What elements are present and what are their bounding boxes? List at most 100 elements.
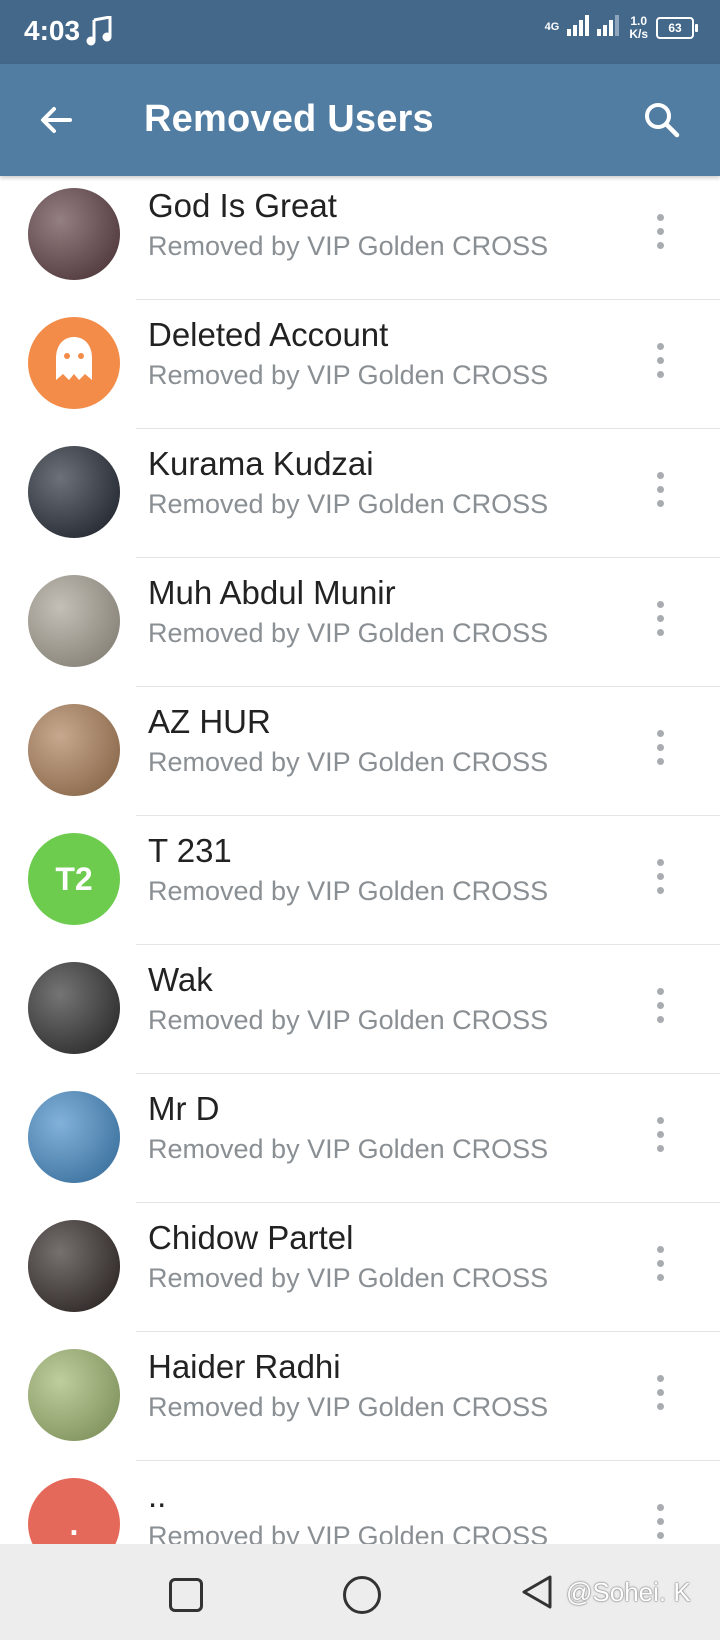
dot	[656, 1531, 664, 1539]
dot	[656, 858, 664, 866]
dot	[656, 1402, 664, 1410]
music-note-icon	[86, 15, 112, 51]
search-button[interactable]	[640, 98, 684, 142]
user-name: God Is Great	[148, 187, 337, 224]
dot	[656, 1130, 664, 1138]
avatar-initials: T2	[55, 860, 93, 897]
dot	[656, 1116, 664, 1124]
user-name: Kurama Kudzai	[148, 445, 374, 482]
list-item[interactable]: Haider Radhi Removed by VIP Golden CROSS	[0, 1332, 720, 1461]
profile-photo	[28, 446, 120, 538]
removed-users-list-inner: God Is Great Removed by VIP Golden CROSS D…	[0, 176, 720, 1544]
search-icon	[645, 103, 680, 138]
dot	[656, 213, 664, 221]
network-type: 4G	[544, 21, 560, 33]
removed-by-text: Removed by VIP Golden CROSS	[148, 876, 549, 906]
user-name: Muh Abdul Munir	[148, 574, 396, 611]
more-options-icon[interactable]	[640, 459, 680, 519]
more-options-icon[interactable]	[640, 201, 680, 261]
avatar[interactable]: .	[28, 1478, 120, 1544]
back-button[interactable]	[34, 98, 78, 142]
dot	[656, 1374, 664, 1382]
recent-apps-button[interactable]	[169, 1578, 203, 1612]
removed-by-text: Removed by VIP Golden CROSS	[148, 747, 549, 777]
dot	[656, 1388, 664, 1396]
status-bar: 4:03 4G 1.0 K/s 63	[0, 0, 720, 64]
ghost-icon	[51, 334, 97, 392]
profile-photo	[28, 1349, 120, 1441]
list-item[interactable]: God Is Great Removed by VIP Golden CROSS	[0, 176, 720, 300]
more-options-icon[interactable]	[640, 1104, 680, 1164]
more-options-icon[interactable]	[640, 717, 680, 777]
user-name: AZ HUR	[148, 703, 271, 740]
dot	[656, 1001, 664, 1009]
more-options-icon[interactable]	[640, 975, 680, 1035]
home-button[interactable]	[343, 1576, 381, 1614]
arrow-left-icon	[41, 107, 72, 133]
battery-icon: 63	[656, 16, 698, 39]
removed-by-text: Removed by VIP Golden CROSS	[148, 1521, 549, 1544]
dot	[656, 1259, 664, 1267]
user-name: Wak	[148, 961, 213, 998]
avatar[interactable]	[28, 317, 120, 409]
avatar[interactable]	[28, 962, 120, 1054]
list-item[interactable]: T2 T 231 Removed by VIP Golden CROSS	[0, 816, 720, 945]
user-name: Mr D	[148, 1090, 220, 1127]
watermark-text: @Sohei. K	[566, 1577, 691, 1607]
profile-photo	[28, 575, 120, 667]
dot	[656, 872, 664, 880]
profile-photo	[28, 962, 120, 1054]
dot	[656, 600, 664, 608]
dot	[656, 757, 664, 765]
list-item[interactable]: ... Removed by VIP Golden CROSS	[0, 1461, 720, 1544]
dot	[656, 628, 664, 636]
removed-by-text: Removed by VIP Golden CROSS	[148, 489, 549, 519]
page-title: Removed Users	[144, 98, 434, 140]
list-item[interactable]: Chidow Partel Removed by VIP Golden CROSS	[0, 1203, 720, 1332]
list-item[interactable]: Deleted Account Removed by VIP Golden CRO…	[0, 300, 720, 429]
dot	[656, 499, 664, 507]
avatar[interactable]	[28, 575, 120, 667]
more-options-icon[interactable]	[640, 846, 680, 906]
dot	[656, 1144, 664, 1152]
profile-photo	[28, 1220, 120, 1312]
signal-strength-icon	[567, 14, 621, 41]
status-time: 4:03	[24, 15, 81, 46]
dot	[656, 241, 664, 249]
avatar[interactable]	[28, 1220, 120, 1312]
profile-photo	[28, 188, 120, 280]
list-item[interactable]: Wak Removed by VIP Golden CROSS	[0, 945, 720, 1074]
dot	[656, 743, 664, 751]
avatar[interactable]	[28, 188, 120, 280]
more-options-icon[interactable]	[640, 1362, 680, 1422]
user-name: Deleted Account	[148, 316, 389, 353]
avatar[interactable]	[28, 1091, 120, 1183]
more-options-icon[interactable]	[640, 1233, 680, 1293]
dot	[656, 1517, 664, 1525]
list-item[interactable]: Kurama Kudzai Removed by VIP Golden CROSS	[0, 429, 720, 558]
removed-by-text: Removed by VIP Golden CROSS	[148, 1263, 549, 1293]
removed-users-list[interactable]: God Is Great Removed by VIP Golden CROSS D…	[0, 176, 720, 1544]
dot	[656, 342, 664, 350]
list-item[interactable]: AZ HUR Removed by VIP Golden CROSS	[0, 687, 720, 816]
system-back-button[interactable]	[520, 1574, 554, 1615]
profile-photo	[28, 704, 120, 796]
removed-by-text: Removed by VIP Golden CROSS	[148, 618, 549, 648]
avatar[interactable]: T2	[28, 833, 120, 925]
avatar[interactable]	[28, 446, 120, 538]
avatar-initials: .	[69, 1505, 79, 1542]
dot	[656, 370, 664, 378]
dot	[656, 1015, 664, 1023]
more-options-icon[interactable]	[640, 1491, 680, 1544]
list-item[interactable]: Mr D Removed by VIP Golden CROSS	[0, 1074, 720, 1203]
user-name: Chidow Partel	[148, 1219, 354, 1256]
avatar[interactable]	[28, 704, 120, 796]
list-item[interactable]: Muh Abdul Munir Removed by VIP Golden CRO…	[0, 558, 720, 687]
dot	[656, 614, 664, 622]
system-navigation-bar: @Sohei. K	[0, 1544, 720, 1640]
user-name: ..	[148, 1477, 167, 1514]
profile-photo	[28, 1091, 120, 1183]
more-options-icon[interactable]	[640, 588, 680, 648]
avatar[interactable]	[28, 1349, 120, 1441]
more-options-icon[interactable]	[640, 330, 680, 390]
